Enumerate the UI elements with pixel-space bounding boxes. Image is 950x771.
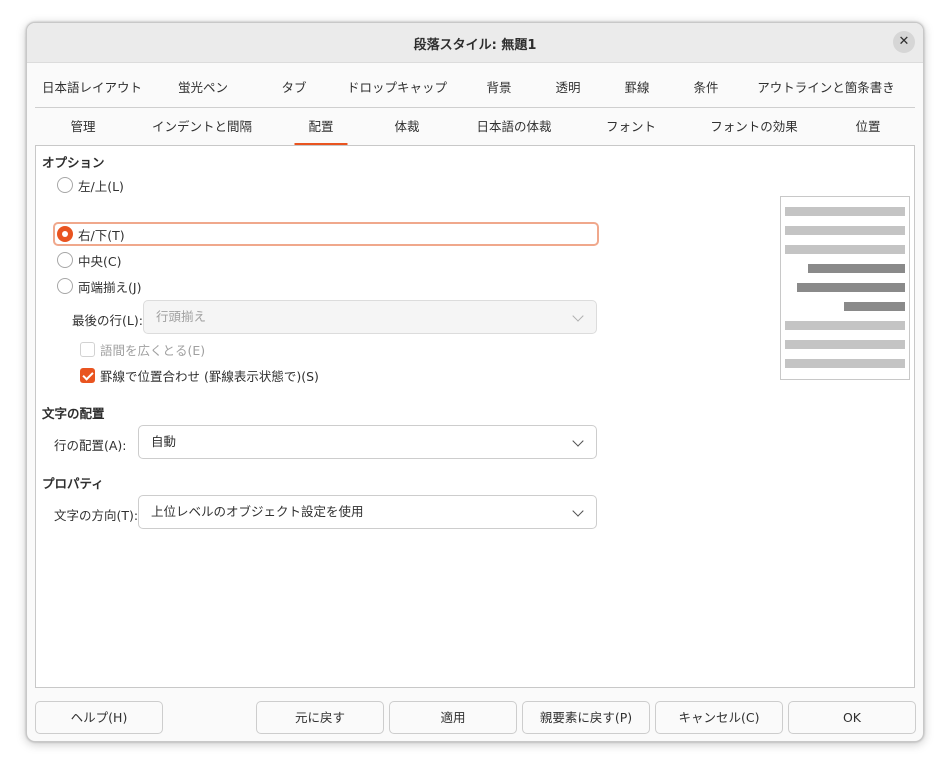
radio-right-bottom-label: 右/下(T) <box>78 227 125 243</box>
tab-font[interactable]: フォント <box>606 108 656 146</box>
radio-left-top-label: 左/上(L) <box>78 178 124 194</box>
tab-row-bottom: 管理 インデントと間隔 配置 体裁 日本語の体裁 フォント フォントの効果 位置 <box>35 107 915 146</box>
apply-button[interactable]: 適用 <box>389 701 517 734</box>
preview-line <box>785 245 905 254</box>
preview-line-aligned <box>797 283 905 292</box>
tab-text-flow[interactable]: 体裁 <box>394 108 419 146</box>
dialog-title: 段落スタイル: 無題1 <box>413 38 537 53</box>
cancel-button[interactable]: キャンセル(C) <box>655 701 783 734</box>
preview-line <box>785 207 905 216</box>
tab-transparency[interactable]: 透明 <box>555 69 580 107</box>
last-line-value: 行頭揃え <box>156 309 207 324</box>
tab-japanese-layout[interactable]: 日本語レイアウト <box>42 69 142 107</box>
tab-organizer[interactable]: 管理 <box>70 108 95 146</box>
title-bar: 段落スタイル: 無題1 ✕ <box>27 23 923 63</box>
tab-outline-list[interactable]: アウトラインと箇条書き <box>757 69 895 107</box>
tab-indents-spacing[interactable]: インデントと間隔 <box>152 108 252 146</box>
last-line-dropdown[interactable]: 行頭揃え <box>143 300 597 334</box>
radio-indicator[interactable] <box>57 278 73 294</box>
radio-right-bottom[interactable]: 右/下(T) <box>57 222 125 246</box>
tab-position[interactable]: 位置 <box>855 108 880 146</box>
text-direction-value: 上位レベルのオブジェクト設定を使用 <box>151 504 364 519</box>
preview-line <box>785 359 905 368</box>
radio-indicator-checked[interactable] <box>57 226 73 242</box>
preview-line-aligned <box>844 302 905 311</box>
tab-background[interactable]: 背景 <box>486 69 511 107</box>
tab-condition[interactable]: 条件 <box>693 69 718 107</box>
chevron-down-icon <box>572 435 584 447</box>
radio-justified-label: 両端揃え(J) <box>78 279 142 295</box>
text-direction-label: 文字の方向(T): <box>54 508 139 523</box>
tab-row-top: 日本語レイアウト 蛍光ペン タブ ドロップキャップ 背景 透明 罫線 条件 アウ… <box>35 69 915 107</box>
standard-button[interactable]: 親要素に戻す(P) <box>522 701 650 734</box>
preview-line <box>785 340 905 349</box>
tab-borders[interactable]: 罫線 <box>624 69 649 107</box>
radio-center-label: 中央(C) <box>78 253 122 269</box>
tab-tabs[interactable]: タブ <box>281 69 306 107</box>
radio-center[interactable]: 中央(C) <box>57 248 121 272</box>
reset-button[interactable]: 元に戻す <box>256 701 384 734</box>
close-icon[interactable]: ✕ <box>893 31 915 53</box>
snap-to-grid-checkbox[interactable]: 罫線で位置合わせ (罫線表示状態で)(S) <box>80 364 319 386</box>
tab-font-effects[interactable]: フォントの効果 <box>710 108 798 146</box>
checkbox-box-checked[interactable] <box>80 367 95 383</box>
tab-drop-caps[interactable]: ドロップキャップ <box>347 69 447 107</box>
preview-line <box>785 226 905 235</box>
properties-section-title: プロパティ <box>42 476 104 491</box>
snap-to-grid-label: 罫線で位置合わせ (罫線表示状態で)(S) <box>100 368 319 384</box>
dialog-window: 段落スタイル: 無題1 ✕ 日本語レイアウト 蛍光ペン タブ ドロップキャップ … <box>26 22 924 742</box>
options-section-title: オプション <box>42 155 105 170</box>
last-line-label: 最後の行(L): <box>72 313 143 328</box>
chevron-down-icon <box>572 310 584 322</box>
text-direction-dropdown[interactable]: 上位レベルのオブジェクト設定を使用 <box>138 495 597 529</box>
alignment-panel: オプション 左/上(L) 右/下(T) 中央(C) 両端揃え(J) 最後の行(L… <box>35 145 915 688</box>
expand-word-checkbox[interactable]: 語間を広くとる(E) <box>80 338 205 360</box>
radio-indicator[interactable] <box>57 252 73 268</box>
preview-line-aligned <box>808 264 905 273</box>
focus-ring <box>53 222 599 246</box>
help-button[interactable]: ヘルプ(H) <box>35 701 163 734</box>
radio-justified[interactable]: 両端揃え(J) <box>57 274 141 298</box>
line-alignment-value: 自動 <box>151 434 177 449</box>
radio-left-top[interactable]: 左/上(L) <box>57 173 124 197</box>
line-alignment-label: 行の配置(A): <box>54 438 127 453</box>
text-alignment-section-title: 文字の配置 <box>42 406 105 421</box>
tab-alignment[interactable]: 配置 <box>294 108 348 146</box>
tab-asian-typography[interactable]: 日本語の体裁 <box>476 108 551 146</box>
alignment-preview <box>780 196 910 380</box>
line-alignment-dropdown[interactable]: 自動 <box>138 425 597 459</box>
ok-button[interactable]: OK <box>788 701 916 734</box>
tab-highlighting[interactable]: 蛍光ペン <box>178 69 228 107</box>
expand-word-label: 語間を広くとる(E) <box>100 342 206 358</box>
chevron-down-icon <box>572 505 584 517</box>
preview-line <box>785 321 905 330</box>
checkbox-box[interactable] <box>80 341 95 357</box>
radio-indicator[interactable] <box>57 177 73 193</box>
